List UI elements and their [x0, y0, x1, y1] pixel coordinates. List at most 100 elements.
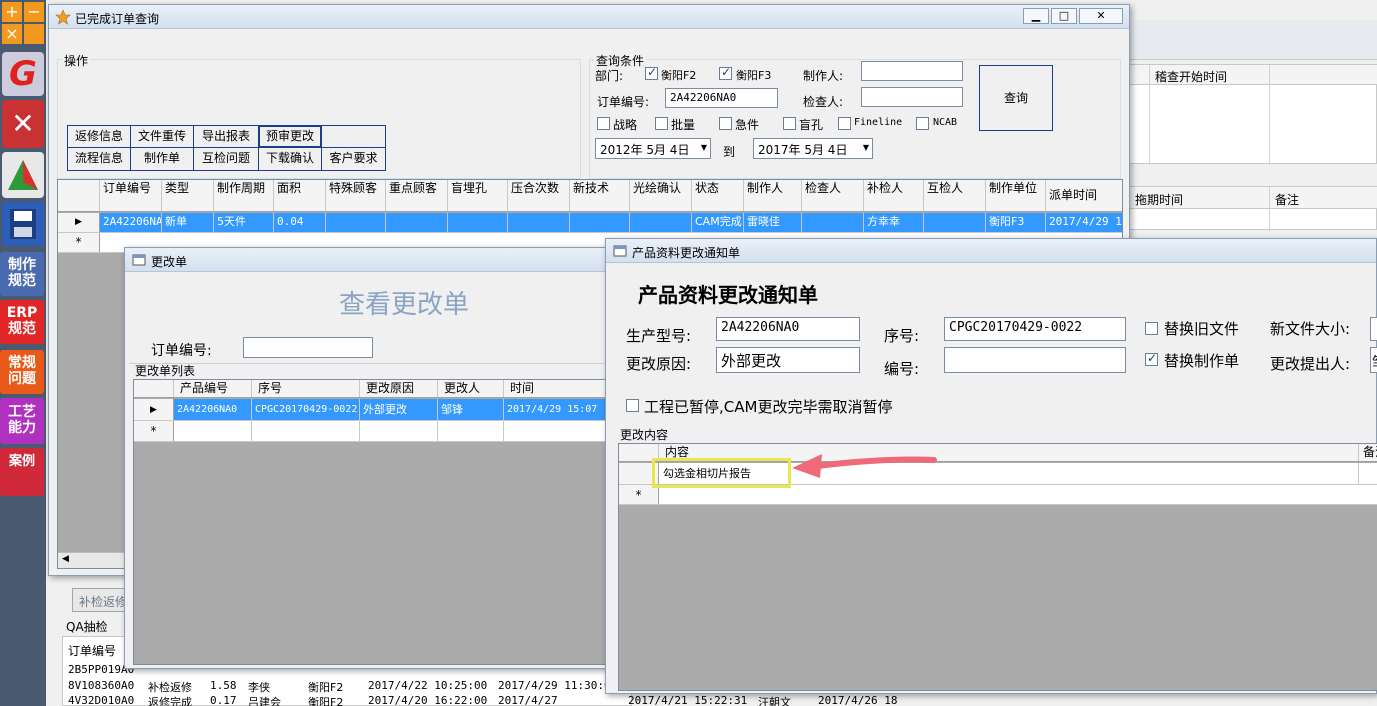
- export-report-button[interactable]: 导出报表: [193, 125, 259, 148]
- chart-icon[interactable]: [2, 152, 44, 198]
- col-reason[interactable]: 更改原因: [360, 380, 438, 397]
- flag-blind-hole-checkbox[interactable]: [783, 117, 796, 130]
- flag-strategic-label: 战略: [613, 118, 638, 132]
- logo-g-icon[interactable]: G: [2, 52, 44, 96]
- col-status[interactable]: 状态: [692, 180, 744, 211]
- blank-button[interactable]: [321, 125, 386, 148]
- col-photo-confirm[interactable]: 光绘确认: [630, 180, 692, 211]
- reason-input[interactable]: 外部更改: [716, 347, 860, 373]
- download-confirm-button[interactable]: 下载确认: [258, 147, 322, 171]
- customer-request-button[interactable]: 客户要求: [321, 147, 386, 171]
- maximize-button[interactable]: □: [1051, 8, 1077, 24]
- col-product-no[interactable]: 产品编号: [174, 380, 252, 397]
- bg-grid-right-2: 拖期时间 备注: [1128, 186, 1377, 231]
- dept-label: 部门:: [595, 69, 624, 83]
- checker-label: 检查人:: [803, 95, 844, 109]
- paused-checkbox[interactable]: [626, 399, 639, 412]
- col-special-customer[interactable]: 特殊顾客: [326, 180, 386, 211]
- col-new-tech[interactable]: 新技术: [570, 180, 630, 211]
- col-time[interactable]: 时间: [504, 380, 606, 397]
- col-order-no[interactable]: 订单编号: [100, 180, 162, 211]
- maker-input[interactable]: [861, 61, 963, 81]
- pre-review-change-button[interactable]: 预审更改: [258, 125, 322, 148]
- sidebar-item-cases[interactable]: 案例: [0, 448, 44, 496]
- left-sidebar: + − × G ✕ 制作 规范 ERP 规范 常规 问题 工艺 能力 案例: [0, 0, 46, 706]
- paused-label: 工程已暂停,CAM更改完毕需取消暂停: [644, 398, 893, 416]
- flag-ncab-checkbox[interactable]: [916, 117, 929, 130]
- bg-top-strip: [1128, 20, 1377, 60]
- model-input[interactable]: 2A42206NA0: [716, 317, 860, 341]
- col-key-customer[interactable]: 重点顾客: [386, 180, 448, 211]
- new-size-input[interactable]: [1370, 317, 1377, 341]
- work-card-button[interactable]: 制作单: [130, 147, 194, 171]
- notice-heading: 产品资料更改通知单: [638, 283, 818, 307]
- change-order-no-label: 订单编号:: [151, 343, 212, 359]
- save-icon[interactable]: [2, 202, 44, 246]
- sidebar-item-spec[interactable]: 制作 规范: [0, 252, 44, 296]
- model-label: 生产型号:: [626, 327, 692, 345]
- minimize-button[interactable]: ▁: [1023, 8, 1049, 24]
- sidebar-item-faq[interactable]: 常规 问题: [0, 350, 44, 394]
- col-unit[interactable]: 制作单位: [986, 180, 1046, 211]
- order-no-input[interactable]: 2A42206NA0: [665, 88, 778, 108]
- change-notice-titlebar: 产品资料更改通知单: [606, 239, 1376, 263]
- col-cycle[interactable]: 制作周期: [214, 180, 274, 211]
- sidebar-item-erp[interactable]: ERP 规范: [0, 300, 44, 344]
- flow-info-button[interactable]: 流程信息: [67, 147, 131, 171]
- tools-icon[interactable]: ✕: [2, 100, 44, 148]
- new-row[interactable]: *: [619, 485, 1377, 505]
- change-order-title: 更改单: [151, 255, 188, 269]
- dept-f3-checkbox[interactable]: [719, 65, 732, 80]
- flag-ncab-label: NCAB: [933, 117, 958, 128]
- table-row[interactable]: ▶ 2A42206NA0 新单 5天件 0.04 CAM完成 雷晓佳 方幸幸 衡…: [58, 213, 1122, 233]
- close-button[interactable]: ✕: [1079, 8, 1123, 24]
- new-row[interactable]: *: [134, 421, 606, 442]
- change-list-header: 产品编号 序号 更改原因 更改人 时间: [134, 380, 606, 398]
- minus-icon[interactable]: −: [24, 2, 44, 22]
- flag-batch-checkbox[interactable]: [655, 117, 668, 130]
- col-area[interactable]: 面积: [274, 180, 326, 211]
- replace-old-checkbox[interactable]: [1145, 322, 1158, 335]
- seq-label: 序号:: [884, 327, 920, 345]
- col-rechecker[interactable]: 补检人: [864, 180, 924, 211]
- mutual-check-button[interactable]: 互检问题: [193, 147, 259, 171]
- flag-fineline-checkbox[interactable]: [838, 117, 851, 130]
- change-order-no-input[interactable]: [243, 337, 373, 358]
- proposer-input[interactable]: 邹: [1370, 347, 1377, 373]
- recheck-button[interactable]: 补检返修: [72, 588, 132, 612]
- window-title: 已完成订单查询: [75, 12, 160, 26]
- date-to-picker[interactable]: 2017年 5月 4日: [753, 138, 873, 159]
- dept-f2-checkbox[interactable]: [645, 65, 658, 80]
- sidebar-item-craft[interactable]: 工艺 能力: [0, 398, 44, 444]
- col-remark[interactable]: 备注: [1359, 444, 1377, 461]
- col-buried-hole[interactable]: 盲埋孔: [448, 180, 508, 211]
- col-mutual-checker[interactable]: 互检人: [924, 180, 986, 211]
- flag-urgent-checkbox[interactable]: [719, 117, 732, 130]
- completed-orders-titlebar: 已完成订单查询 ▁ □ ✕: [49, 5, 1129, 29]
- maker-label: 制作人:: [803, 69, 844, 83]
- search-button[interactable]: 查询: [979, 65, 1053, 131]
- flag-strategic-checkbox[interactable]: [597, 117, 610, 130]
- date-from-picker[interactable]: 2012年 5月 4日: [595, 138, 711, 159]
- replace-card-checkbox[interactable]: [1145, 351, 1158, 366]
- col-press-count[interactable]: 压合次数: [508, 180, 570, 211]
- file-reupload-button[interactable]: 文件重传: [130, 125, 194, 148]
- seq-input[interactable]: CPGC20170429-0022: [944, 317, 1126, 341]
- checker-input[interactable]: [861, 87, 963, 107]
- flag-batch-label: 批量: [671, 118, 696, 132]
- plus-icon[interactable]: +: [2, 2, 22, 22]
- qa-col-order: 订单编号: [68, 644, 117, 658]
- col-note: 备注: [1275, 193, 1300, 207]
- change-order-window: 更改单 查看更改单 订单编号: 更改单列表 产品编号 序号 更改原因 更改人 时…: [124, 247, 610, 669]
- col-checker[interactable]: 检查人: [802, 180, 864, 211]
- code-input[interactable]: [944, 347, 1126, 373]
- col-dispatch-time[interactable]: 派单时间: [1046, 180, 1122, 211]
- col-changer[interactable]: 更改人: [438, 380, 504, 397]
- dept-f3-label: 衡阳F3: [736, 69, 772, 82]
- table-row[interactable]: ▶ 2A42206NA0 CPGC20170429-0022 外部更改 邹锋 2…: [134, 399, 606, 421]
- close-icon[interactable]: ×: [2, 24, 22, 44]
- col-maker[interactable]: 制作人: [744, 180, 802, 211]
- repair-info-button[interactable]: 返修信息: [67, 125, 131, 148]
- col-seq[interactable]: 序号: [252, 380, 360, 397]
- col-type[interactable]: 类型: [162, 180, 214, 211]
